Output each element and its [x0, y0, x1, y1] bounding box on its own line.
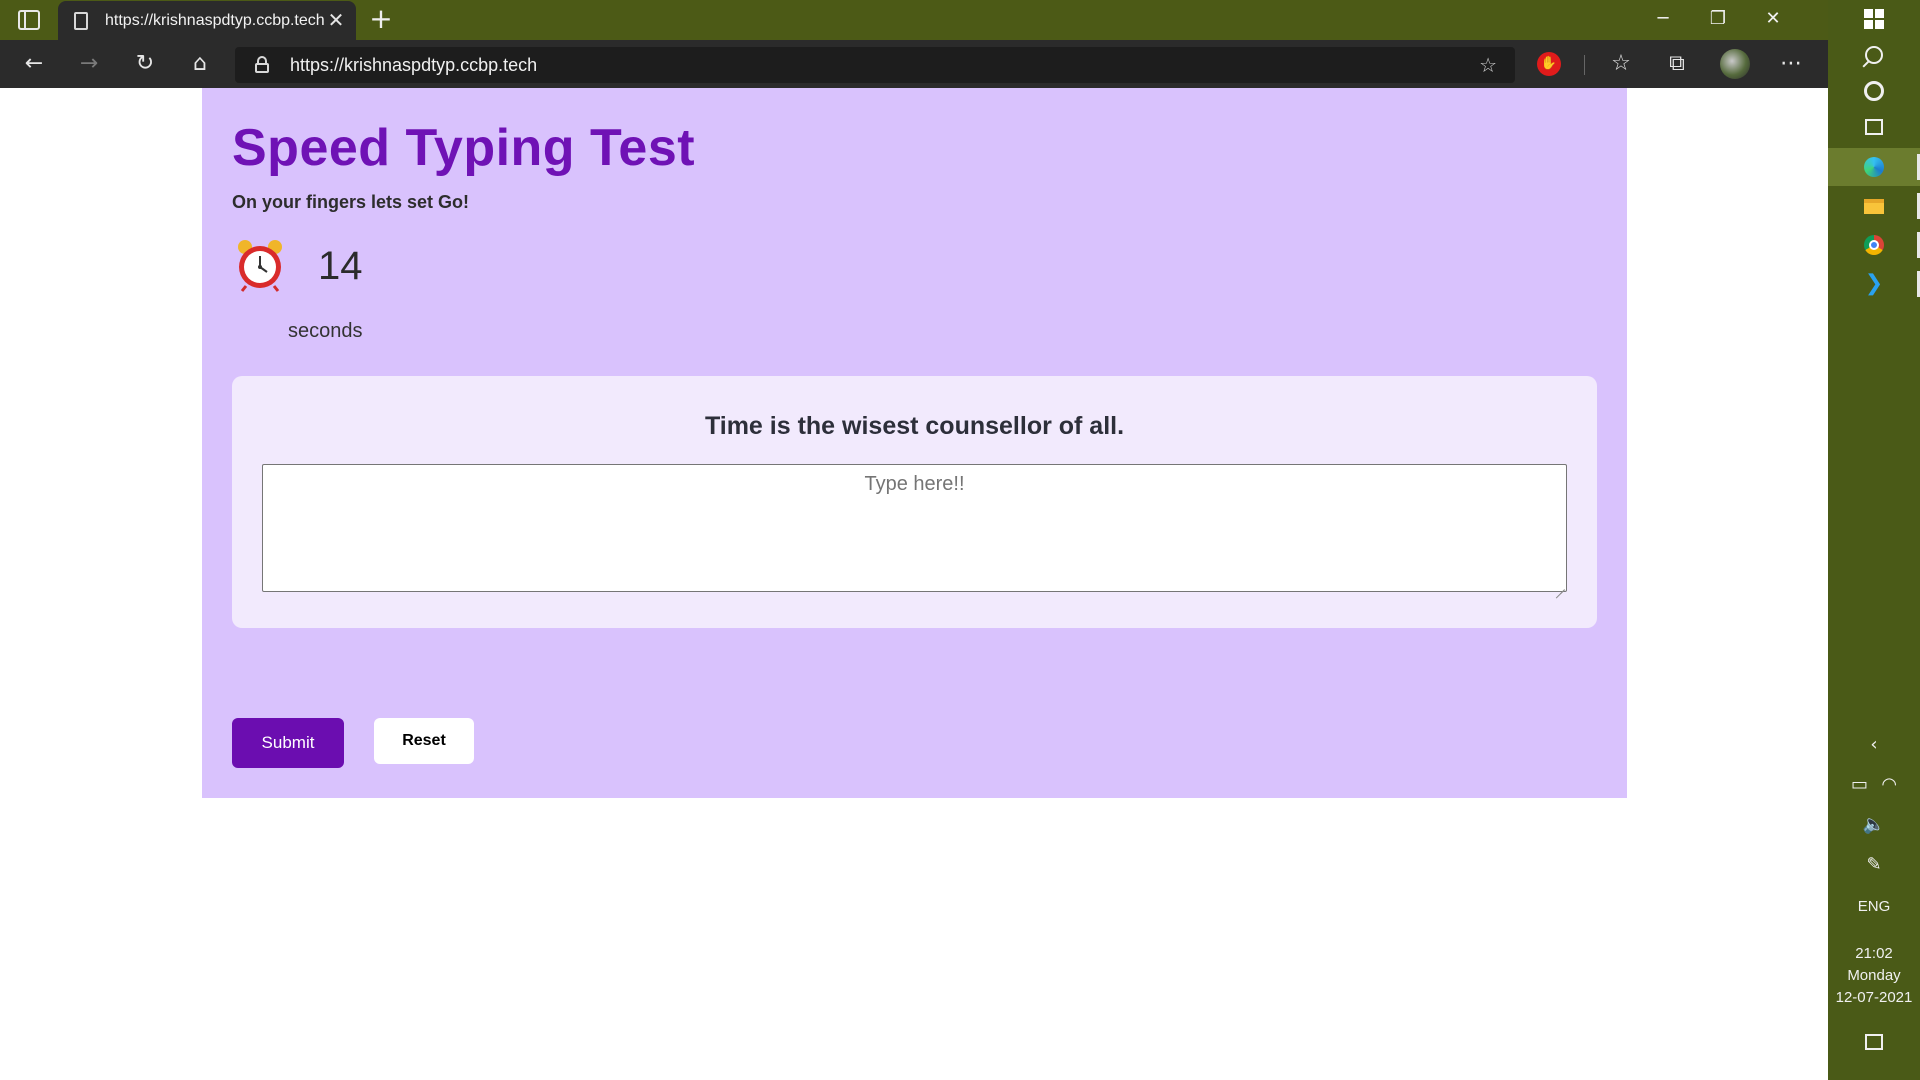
windows-icon [1864, 9, 1884, 29]
task-view-button[interactable] [1828, 108, 1920, 146]
browser-toolbar: ← → ↻ ⌂ https://krishnaspdtyp.ccbp.tech … [0, 40, 1828, 88]
clock-date: 12-07-2021 [1835, 989, 1913, 1006]
chevron-left-icon: ‹ [1870, 734, 1878, 755]
extension-icon[interactable]: ✋ [1537, 52, 1561, 76]
add-favorite-icon[interactable]: ☆ [1479, 53, 1497, 77]
taskbar-vscode[interactable]: ❯ [1828, 265, 1920, 303]
tab-actions-icon[interactable] [18, 10, 40, 30]
favorites-icon[interactable]: ☆ [1604, 48, 1638, 82]
taskbar-file-explorer[interactable] [1828, 187, 1920, 225]
restore-icon[interactable]: ❐ [1690, 0, 1746, 40]
folder-icon [1864, 198, 1884, 214]
vscode-icon: ❯ [1864, 271, 1884, 296]
minimize-icon[interactable]: ─ [1635, 0, 1691, 40]
forward-icon[interactable]: → [72, 48, 106, 82]
page-content: Speed Typing Test On your fingers lets s… [0, 88, 1828, 1080]
browser-window: https://krishnaspdtyp.ccbp.tech ✕ + ─ ❐ … [0, 0, 1828, 1080]
tab-title: https://krishnaspdtyp.ccbp.tech [105, 12, 325, 29]
quote-text: Time is the wisest counsellor of all. [704, 412, 1125, 440]
taskbar: ❯ ‹ ▭ ◠ 🔈 ✎ ENG 21:02 Monday 12-07-2021 [1828, 0, 1920, 1080]
timer-value: 14 [318, 244, 363, 288]
tray-battery-wifi[interactable]: ▭ ◠ [1828, 774, 1920, 795]
clock-day: Monday [1847, 967, 1901, 984]
page-title: Speed Typing Test [232, 119, 696, 177]
battery-icon: ▭ [1850, 774, 1868, 795]
taskbar-edge[interactable] [1828, 148, 1920, 186]
search-icon [1865, 46, 1883, 64]
volume-icon: 🔈 [1862, 814, 1886, 835]
taskbar-chrome[interactable] [1828, 226, 1920, 264]
alarm-clock-icon [238, 240, 282, 292]
close-window-icon[interactable]: ✕ [1745, 0, 1801, 40]
refresh-icon[interactable]: ↻ [128, 48, 162, 82]
show-hidden-icons[interactable]: ‹ [1828, 734, 1920, 755]
notification-button[interactable] [1828, 1034, 1920, 1050]
clock-time: 21:02 [1855, 945, 1893, 962]
tray-volume[interactable]: 🔈 [1828, 814, 1920, 835]
more-options-icon[interactable]: ⋯ [1774, 48, 1808, 82]
lock-icon[interactable] [255, 56, 269, 73]
quote-card: Time is the wisest counsellor of all. [232, 376, 1597, 628]
cortana-button[interactable] [1828, 72, 1920, 110]
start-button[interactable] [1828, 0, 1920, 38]
task-view-icon [1865, 119, 1883, 135]
address-bar[interactable]: https://krishnaspdtyp.ccbp.tech ☆ [235, 47, 1515, 83]
wifi-icon: ◠ [1881, 774, 1898, 795]
typing-test-app: Speed Typing Test On your fingers lets s… [202, 88, 1627, 798]
cortana-icon [1864, 81, 1884, 101]
edge-icon [1864, 157, 1884, 177]
reset-button[interactable]: Reset [374, 718, 474, 764]
browser-tab[interactable]: https://krishnaspdtyp.ccbp.tech ✕ [58, 1, 356, 40]
toolbar-separator [1584, 55, 1585, 75]
page-icon [74, 12, 88, 30]
profile-avatar[interactable] [1720, 49, 1750, 79]
language-indicator[interactable]: ENG [1828, 898, 1920, 916]
new-tab-icon[interactable]: + [366, 4, 396, 34]
collections-icon[interactable]: ⧉ [1660, 48, 1694, 82]
taskbar-clock[interactable]: 21:02 Monday 12-07-2021 [1828, 943, 1920, 1009]
close-tab-icon[interactable]: ✕ [323, 7, 349, 33]
tray-pen[interactable]: ✎ [1828, 854, 1920, 875]
back-icon[interactable]: ← [17, 48, 51, 82]
resize-handle-icon[interactable] [1555, 580, 1565, 590]
pen-icon: ✎ [1866, 854, 1882, 875]
search-button[interactable] [1828, 36, 1920, 74]
home-icon[interactable]: ⌂ [183, 48, 217, 82]
tab-bar: https://krishnaspdtyp.ccbp.tech ✕ + ─ ❐ … [0, 0, 1828, 40]
submit-button[interactable]: Submit [232, 718, 344, 768]
chrome-icon [1864, 235, 1884, 255]
language-label: ENG [1857, 898, 1891, 915]
timer-unit-label: seconds [288, 320, 363, 342]
url-text[interactable]: https://krishnaspdtyp.ccbp.tech [290, 55, 537, 76]
page-subtitle: On your fingers lets set Go! [232, 192, 470, 212]
typing-input[interactable] [262, 464, 1567, 592]
notification-icon [1865, 1034, 1883, 1050]
